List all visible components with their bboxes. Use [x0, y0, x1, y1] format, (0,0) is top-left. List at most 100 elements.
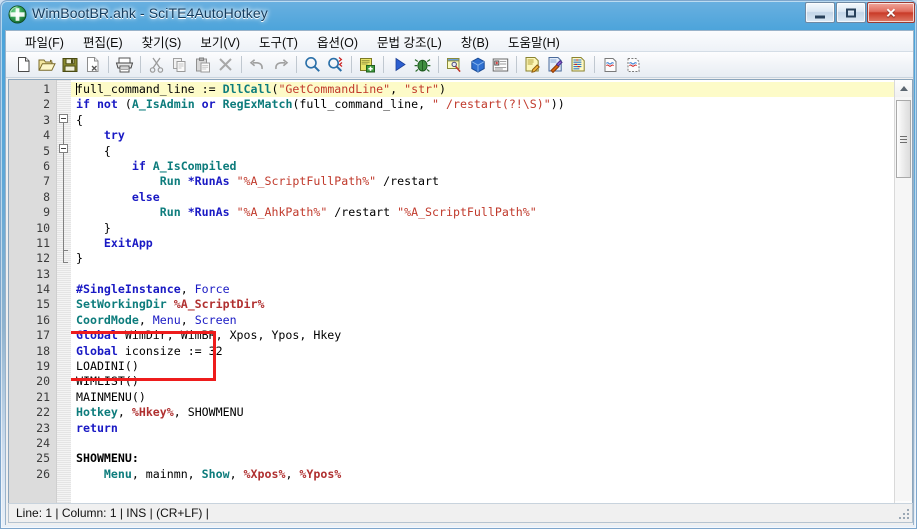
line-number: 25 — [36, 451, 50, 466]
code-line-20: WIMLIST() — [76, 374, 139, 389]
copy-icon[interactable] — [168, 54, 191, 76]
menu-search[interactable]: 찾기(S) — [133, 30, 191, 53]
print-icon[interactable] — [113, 54, 136, 76]
code-line-7: Run *RunAs "%A_ScriptFullPath%" /restart — [76, 174, 439, 189]
undo-icon[interactable] — [246, 54, 269, 76]
fold-margin[interactable] — [57, 80, 71, 518]
line-number: 16 — [36, 312, 50, 327]
line-number: 22 — [36, 405, 50, 420]
doc-wavy-dotted-icon[interactable] — [622, 54, 645, 76]
line-number: 12 — [36, 251, 50, 266]
line-number: 7 — [43, 174, 50, 189]
line-number-gutter: 1 2 3 4 5 6 7 8 9 10 11 12 13 14 15 16 1 — [9, 80, 57, 518]
window-controls: ✕ — [804, 2, 915, 23]
line-number: 9 — [43, 205, 50, 220]
menu-edit[interactable]: 편집(E) — [74, 30, 132, 53]
fold-toggle-line5[interactable] — [59, 144, 68, 154]
line-number: 13 — [36, 266, 50, 281]
close-button[interactable]: ✕ — [867, 2, 915, 23]
code-line-5: { — [76, 143, 111, 158]
line-number: 3 — [43, 112, 50, 127]
code-line-17: Global WimDir, WimBR, Xpos, Ypos, Hkey — [76, 328, 342, 343]
paste-icon[interactable] — [191, 54, 214, 76]
code-line-16: CoordMode, Menu, Screen — [76, 312, 237, 327]
code-line-19: LOADINI() — [76, 359, 139, 374]
autohotkey-icon — [8, 5, 27, 24]
open-folder-icon[interactable] — [35, 54, 58, 76]
window-spy-icon[interactable] — [443, 54, 466, 76]
compile-icon[interactable] — [356, 54, 379, 76]
toolbar-separator — [438, 56, 439, 73]
maximize-button[interactable] — [836, 2, 866, 23]
code-line-18: Global iconsize := 32 — [76, 343, 223, 358]
new-file-icon[interactable] — [12, 54, 35, 76]
debug-icon[interactable] — [411, 54, 434, 76]
code-line-25: SHOWMENU: — [76, 451, 139, 466]
code-line-8: else — [76, 189, 160, 204]
code-line-12: } — [76, 251, 83, 266]
fold-tick — [63, 262, 68, 263]
cut-icon[interactable] — [145, 54, 168, 76]
code-editor[interactable]: 1 2 3 4 5 6 7 8 9 10 11 12 13 14 15 16 1 — [8, 79, 913, 519]
window-frame: WimBootBR.ahk - SciTE4AutoHotkey ✕ 파일(F)… — [0, 0, 917, 529]
line-number: 2 — [43, 97, 50, 112]
code-line-4: try — [76, 128, 125, 143]
toolbar-separator — [516, 56, 517, 73]
line-number: 19 — [36, 359, 50, 374]
menu-file[interactable]: 파일(F) — [16, 30, 73, 53]
properties-icon[interactable] — [489, 54, 512, 76]
toolbar-separator — [296, 56, 297, 73]
menu-view[interactable]: 보기(V) — [191, 30, 249, 53]
toolbar-separator — [241, 56, 242, 73]
menu-buffers[interactable]: 창(B) — [452, 30, 498, 53]
minimize-button[interactable] — [805, 2, 835, 23]
code-line-22: Hotkey, %Hkey%, SHOWMENU — [76, 405, 244, 420]
replace-icon[interactable] — [324, 54, 347, 76]
menu-options[interactable]: 옵션(O) — [308, 30, 367, 53]
run-icon[interactable] — [388, 54, 411, 76]
line-number: 1 — [43, 82, 50, 96]
menu-language[interactable]: 문법 강조(L) — [368, 30, 451, 53]
status-bar: Line: 1 | Column: 1 | INS | (CR+LF) | — [8, 503, 913, 523]
scrollbar-thumb[interactable] — [896, 100, 911, 178]
code-text-area[interactable]: full_command_line := DllCall("GetCommand… — [71, 80, 912, 518]
line-number: 17 — [36, 328, 50, 343]
edit-script-icon[interactable] — [521, 54, 544, 76]
find-icon[interactable] — [301, 54, 324, 76]
code-line-11: ExitApp — [76, 235, 153, 250]
client-area: 파일(F) 편집(E) 찾기(S) 보기(V) 도구(T) 옵션(O) 문법 강… — [5, 30, 914, 525]
edit-with-tool-icon[interactable] — [544, 54, 567, 76]
line-number: 14 — [36, 282, 50, 297]
code-line-10: } — [76, 220, 111, 235]
code-line-6: if A_IsCompiled — [76, 158, 237, 173]
save-icon[interactable] — [58, 54, 81, 76]
toolbar-separator — [140, 56, 141, 73]
fold-tick — [63, 250, 68, 251]
triangle-up-icon — [899, 86, 908, 91]
resize-grip-icon[interactable] — [897, 507, 909, 519]
fold-toggle-line3[interactable] — [59, 113, 68, 123]
delete-icon[interactable] — [214, 54, 237, 76]
code-line-1: full_command_line := DllCall("GetCommand… — [71, 82, 912, 98]
doc-wavy-icon[interactable] — [599, 54, 622, 76]
minimize-icon — [815, 15, 825, 18]
code-line-14: #SingleInstance, Force — [76, 282, 230, 297]
line-number: 23 — [36, 420, 50, 435]
line-number: 21 — [36, 389, 50, 404]
menu-tools[interactable]: 도구(T) — [250, 30, 307, 53]
vertical-scrollbar[interactable] — [894, 80, 912, 518]
title-bar[interactable]: WimBootBR.ahk - SciTE4AutoHotkey ✕ — [1, 1, 916, 29]
package-icon[interactable] — [466, 54, 489, 76]
code-line-3: { — [76, 112, 83, 127]
application-window: WimBootBR.ahk - SciTE4AutoHotkey ✕ 파일(F)… — [0, 0, 917, 529]
line-number: 6 — [43, 158, 50, 173]
close-file-icon[interactable] — [81, 54, 104, 76]
line-number: 26 — [36, 466, 50, 481]
menu-help[interactable]: 도움말(H) — [499, 30, 569, 53]
list-script-icon[interactable] — [567, 54, 590, 76]
code-line-23: return — [76, 420, 118, 435]
scroll-up-arrow[interactable] — [895, 80, 912, 97]
line-number: 24 — [36, 435, 50, 450]
redo-icon[interactable] — [269, 54, 292, 76]
